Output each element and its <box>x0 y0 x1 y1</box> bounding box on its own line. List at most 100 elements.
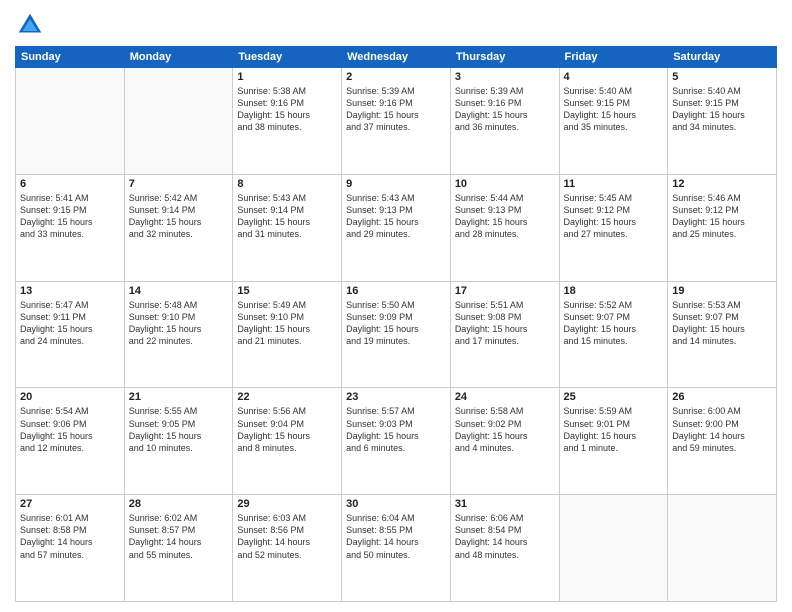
calendar-cell: 11Sunrise: 5:45 AM Sunset: 9:12 PM Dayli… <box>559 174 668 281</box>
calendar-cell: 14 Sunrise: 5:48 AM Sunset: 9:10 PM Dayli… <box>124 281 233 388</box>
day-number: 27 <box>20 498 120 510</box>
calendar-cell: 20 Sunrise: 5:54 AM Sunset: 9:06 PM Dayli… <box>16 388 125 495</box>
calendar-cell: 31 Sunrise: 6:06 AM Sunset: 8:54 PM Dayli… <box>450 495 559 602</box>
calendar-cell: 13 Sunrise: 5:47 AM Sunset: 9:11 PM Dayli… <box>16 281 125 388</box>
day-info: Sunrise: 5:50 AM Sunset: 9:09 PM Dayligh… <box>346 299 446 348</box>
weekday-header: Saturday <box>668 47 777 68</box>
day-number: 31 <box>455 498 555 510</box>
day-info: Sunrise: 5:43 AM Sunset: 9:13 PM Dayligh… <box>346 192 446 241</box>
day-number: 13 <box>20 285 120 297</box>
day-number: 19 <box>672 285 772 297</box>
day-info: Sunrise: 5:42 AM Sunset: 9:14 PM Dayligh… <box>129 192 229 241</box>
day-info: Sunrise: 5:43 AM Sunset: 9:14 PM Dayligh… <box>237 192 337 241</box>
day-number: 14 <box>129 285 229 297</box>
weekday-header: Sunday <box>16 47 125 68</box>
calendar-cell: 28 Sunrise: 6:02 AM Sunset: 8:57 PM Dayli… <box>124 495 233 602</box>
day-number: 18 <box>564 285 664 297</box>
day-number: 23 <box>346 391 446 403</box>
calendar-cell: 6 Sunrise: 5:41 AM Sunset: 9:15 PM Daylig… <box>16 174 125 281</box>
day-info: Sunrise: 5:48 AM Sunset: 9:10 PM Dayligh… <box>129 299 229 348</box>
day-info: Sunrise: 5:56 AM Sunset: 9:04 PM Dayligh… <box>237 405 337 454</box>
calendar-cell: 19Sunrise: 5:53 AM Sunset: 9:07 PM Dayli… <box>668 281 777 388</box>
calendar-cell: 10Sunrise: 5:44 AM Sunset: 9:13 PM Dayli… <box>450 174 559 281</box>
day-number: 28 <box>129 498 229 510</box>
day-number: 16 <box>346 285 446 297</box>
calendar-table: SundayMondayTuesdayWednesdayThursdayFrid… <box>15 46 777 602</box>
calendar-cell: 26 Sunrise: 6:00 AM Sunset: 9:00 PM Dayli… <box>668 388 777 495</box>
day-info: Sunrise: 5:51 AM Sunset: 9:08 PM Dayligh… <box>455 299 555 348</box>
day-number: 3 <box>455 71 555 83</box>
calendar-cell: 18 Sunrise: 5:52 AM Sunset: 9:07 PM Dayli… <box>559 281 668 388</box>
calendar-cell: 8 Sunrise: 5:43 AM Sunset: 9:14 PM Daylig… <box>233 174 342 281</box>
day-info: Sunrise: 6:04 AM Sunset: 8:55 PM Dayligh… <box>346 512 446 561</box>
logo <box>15 10 49 40</box>
calendar-cell: 23 Sunrise: 5:57 AM Sunset: 9:03 PM Dayli… <box>342 388 451 495</box>
day-number: 21 <box>129 391 229 403</box>
day-number: 17 <box>455 285 555 297</box>
day-info: Sunrise: 5:54 AM Sunset: 9:06 PM Dayligh… <box>20 405 120 454</box>
calendar-cell <box>668 495 777 602</box>
calendar-cell: 16 Sunrise: 5:50 AM Sunset: 9:09 PM Dayli… <box>342 281 451 388</box>
calendar-cell: 4 Sunrise: 5:40 AM Sunset: 9:15 PM Daylig… <box>559 68 668 175</box>
day-number: 22 <box>237 391 337 403</box>
calendar-week-row: 20 Sunrise: 5:54 AM Sunset: 9:06 PM Dayli… <box>16 388 777 495</box>
day-info: Sunrise: 5:40 AM Sunset: 9:15 PM Dayligh… <box>672 85 772 134</box>
day-number: 12 <box>672 178 772 190</box>
calendar-cell <box>559 495 668 602</box>
day-info: Sunrise: 5:47 AM Sunset: 9:11 PM Dayligh… <box>20 299 120 348</box>
day-info: Sunrise: 5:40 AM Sunset: 9:15 PM Dayligh… <box>564 85 664 134</box>
calendar-cell: 22 Sunrise: 5:56 AM Sunset: 9:04 PM Dayli… <box>233 388 342 495</box>
weekday-header: Wednesday <box>342 47 451 68</box>
day-number: 11 <box>564 178 664 190</box>
weekday-header: Thursday <box>450 47 559 68</box>
calendar-cell: 9 Sunrise: 5:43 AM Sunset: 9:13 PM Daylig… <box>342 174 451 281</box>
calendar-cell: 12 Sunrise: 5:46 AM Sunset: 9:12 PM Dayli… <box>668 174 777 281</box>
day-number: 20 <box>20 391 120 403</box>
logo-icon <box>15 10 45 40</box>
day-number: 6 <box>20 178 120 190</box>
calendar-cell: 27 Sunrise: 6:01 AM Sunset: 8:58 PM Dayli… <box>16 495 125 602</box>
day-info: Sunrise: 5:41 AM Sunset: 9:15 PM Dayligh… <box>20 192 120 241</box>
day-info: Sunrise: 5:55 AM Sunset: 9:05 PM Dayligh… <box>129 405 229 454</box>
weekday-header: Friday <box>559 47 668 68</box>
day-info: Sunrise: 5:57 AM Sunset: 9:03 PM Dayligh… <box>346 405 446 454</box>
day-info: Sunrise: 5:52 AM Sunset: 9:07 PM Dayligh… <box>564 299 664 348</box>
day-info: Sunrise: 5:49 AM Sunset: 9:10 PM Dayligh… <box>237 299 337 348</box>
day-info: Sunrise: 5:58 AM Sunset: 9:02 PM Dayligh… <box>455 405 555 454</box>
day-number: 25 <box>564 391 664 403</box>
weekday-header: Tuesday <box>233 47 342 68</box>
day-number: 9 <box>346 178 446 190</box>
day-info: Sunrise: 5:39 AM Sunset: 9:16 PM Dayligh… <box>455 85 555 134</box>
day-number: 26 <box>672 391 772 403</box>
calendar-cell <box>124 68 233 175</box>
day-number: 4 <box>564 71 664 83</box>
day-info: Sunrise: 5:46 AM Sunset: 9:12 PM Dayligh… <box>672 192 772 241</box>
day-number: 5 <box>672 71 772 83</box>
calendar-cell: 29Sunrise: 6:03 AM Sunset: 8:56 PM Dayli… <box>233 495 342 602</box>
calendar-cell: 15 Sunrise: 5:49 AM Sunset: 9:10 PM Dayli… <box>233 281 342 388</box>
calendar-cell: 30 Sunrise: 6:04 AM Sunset: 8:55 PM Dayli… <box>342 495 451 602</box>
calendar-cell: 3 Sunrise: 5:39 AM Sunset: 9:16 PM Daylig… <box>450 68 559 175</box>
day-info: Sunrise: 5:44 AM Sunset: 9:13 PM Dayligh… <box>455 192 555 241</box>
day-number: 7 <box>129 178 229 190</box>
calendar-week-row: 6 Sunrise: 5:41 AM Sunset: 9:15 PM Daylig… <box>16 174 777 281</box>
calendar-cell: 17 Sunrise: 5:51 AM Sunset: 9:08 PM Dayli… <box>450 281 559 388</box>
day-info: Sunrise: 6:06 AM Sunset: 8:54 PM Dayligh… <box>455 512 555 561</box>
day-info: Sunrise: 5:39 AM Sunset: 9:16 PM Dayligh… <box>346 85 446 134</box>
calendar-cell: 24 Sunrise: 5:58 AM Sunset: 9:02 PM Dayli… <box>450 388 559 495</box>
day-info: Sunrise: 6:01 AM Sunset: 8:58 PM Dayligh… <box>20 512 120 561</box>
day-info: Sunrise: 6:02 AM Sunset: 8:57 PM Dayligh… <box>129 512 229 561</box>
day-number: 24 <box>455 391 555 403</box>
day-info: Sunrise: 6:00 AM Sunset: 9:00 PM Dayligh… <box>672 405 772 454</box>
day-number: 30 <box>346 498 446 510</box>
day-number: 15 <box>237 285 337 297</box>
calendar-cell: 21 Sunrise: 5:55 AM Sunset: 9:05 PM Dayli… <box>124 388 233 495</box>
header <box>15 10 777 40</box>
calendar-cell: 2Sunrise: 5:39 AM Sunset: 9:16 PM Daylig… <box>342 68 451 175</box>
calendar-cell: 1Sunrise: 5:38 AM Sunset: 9:16 PM Daylig… <box>233 68 342 175</box>
day-number: 1 <box>237 71 337 83</box>
day-info: Sunrise: 6:03 AM Sunset: 8:56 PM Dayligh… <box>237 512 337 561</box>
calendar-cell <box>16 68 125 175</box>
calendar-week-row: 27 Sunrise: 6:01 AM Sunset: 8:58 PM Dayli… <box>16 495 777 602</box>
day-number: 8 <box>237 178 337 190</box>
